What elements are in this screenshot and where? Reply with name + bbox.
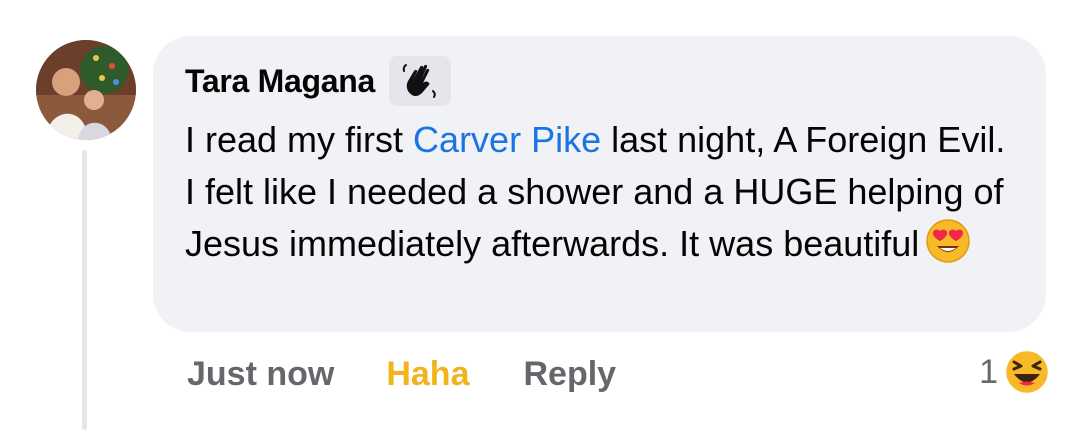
waving-hand-badge[interactable] bbox=[388, 56, 451, 106]
avatar-photo bbox=[36, 40, 136, 140]
author-name[interactable]: Tara Magana bbox=[185, 63, 375, 100]
comment-text-before: I read my first bbox=[185, 119, 414, 160]
comment-text: I read my first Carver Pike last night, … bbox=[185, 114, 1025, 270]
mention-link[interactable]: Carver Pike bbox=[413, 119, 601, 160]
timestamp[interactable]: Just now bbox=[187, 355, 334, 394]
waving-hand-icon bbox=[402, 64, 436, 98]
comment-actions: Just now Haha Reply bbox=[187, 350, 616, 398]
haha-reaction-icon bbox=[1003, 348, 1051, 396]
reaction-summary[interactable]: 1 bbox=[979, 344, 1052, 400]
haha-reaction-button[interactable]: Haha bbox=[386, 355, 469, 394]
avatar[interactable] bbox=[36, 40, 136, 140]
heart-eyes-emoji-icon bbox=[926, 219, 971, 263]
reaction-count: 1 bbox=[979, 352, 998, 391]
thread-line bbox=[82, 150, 87, 430]
comment-bubble: Tara Magana I read my first Carver Pike … bbox=[153, 36, 1046, 332]
reply-button[interactable]: Reply bbox=[523, 355, 616, 394]
author-row: Tara Magana bbox=[185, 54, 451, 108]
